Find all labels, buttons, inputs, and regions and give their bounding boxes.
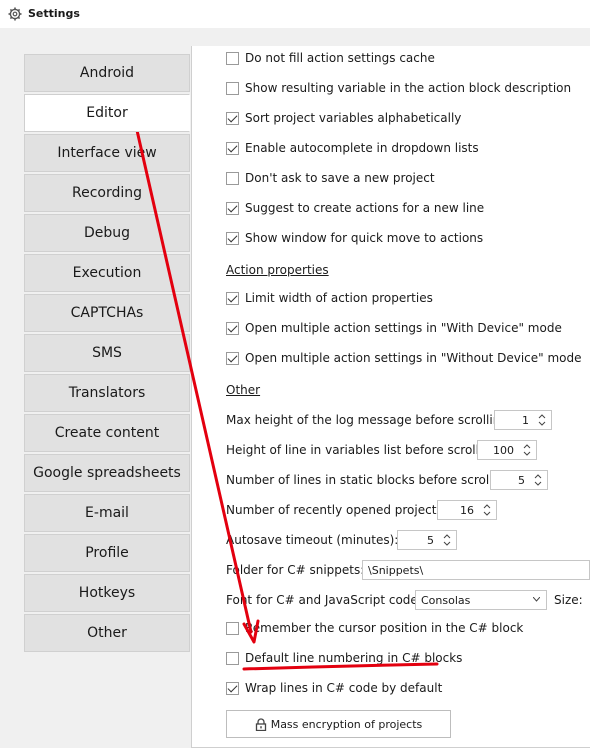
numeric-label: Max height of the log message before scr… (226, 413, 508, 427)
stepper-arrows-icon[interactable] (481, 502, 493, 518)
option-label: Remember the cursor position in the C# b… (245, 621, 524, 635)
variables-height-stepper[interactable]: 100 (477, 440, 537, 460)
window-title: Settings (28, 7, 80, 20)
option-wrap-lines[interactable]: Wrap lines in C# code by default (226, 679, 442, 697)
stepper-arrows-icon[interactable] (532, 472, 544, 488)
tab-google-spreadsheets[interactable]: Google spreadsheets (24, 454, 190, 492)
option-limit-width[interactable]: Limit width of action properties (226, 289, 433, 307)
gear-icon (8, 7, 22, 21)
option-dont-ask-save[interactable]: Don't ask to save a new project (226, 169, 435, 187)
snippets-folder-label: Folder for C# snippets: (226, 561, 364, 579)
tab-captchas[interactable]: CAPTCHAs (24, 294, 190, 332)
option-label: Enable autocomplete in dropdown lists (245, 141, 479, 155)
button-label: Mass encryption of projects (270, 717, 423, 731)
tab-profile[interactable]: Profile (24, 534, 190, 572)
tab-android[interactable]: Android (24, 54, 190, 92)
checkbox[interactable] (226, 171, 239, 185)
font-label-row: Font for C# and JavaScript code (226, 591, 418, 609)
snippets-label: Folder for C# snippets: (226, 563, 365, 577)
stepper-value: 5 (427, 534, 434, 547)
font-select-value: Consolas (421, 594, 471, 607)
stepper-value: 1 (522, 414, 529, 427)
option-suggest-actions[interactable]: Suggest to create actions for a new line (226, 199, 484, 217)
stepper-arrows-icon[interactable] (521, 442, 533, 458)
lock-icon (255, 717, 266, 731)
tab-interface-view[interactable]: Interface view (24, 134, 190, 172)
tab-editor[interactable]: Editor (24, 94, 190, 132)
option-label: Open multiple action settings in "Withou… (245, 351, 582, 365)
option-default-line-numbering[interactable]: Default line numbering in C# blocks (226, 649, 462, 667)
option-label: Suggest to create actions for a new line (245, 201, 485, 215)
window-titlebar: Settings (0, 0, 590, 28)
numeric-label: Height of line in variables list before … (226, 443, 498, 457)
checkbox[interactable] (226, 621, 239, 635)
checkbox[interactable] (226, 291, 239, 305)
autosave-label: Autosave timeout (minutes): (226, 531, 398, 549)
checkbox[interactable] (226, 321, 239, 335)
tab-debug[interactable]: Debug (24, 214, 190, 252)
option-without-device[interactable]: Open multiple action settings in "Withou… (226, 349, 582, 367)
option-with-device[interactable]: Open multiple action settings in "With D… (226, 319, 562, 337)
checkbox[interactable] (226, 51, 239, 65)
tab-sms[interactable]: SMS (24, 334, 190, 372)
size-label-row: Size: (554, 591, 583, 609)
option-sort-variables[interactable]: Sort project variables alphabetically (226, 109, 461, 127)
option-label: Show window for quick move to actions (245, 231, 484, 245)
numeric-label: Number of recently opened projects (226, 503, 443, 517)
stepper-value: 16 (460, 504, 474, 517)
tab-execution[interactable]: Execution (24, 254, 190, 292)
checkbox[interactable] (226, 351, 239, 365)
tab-other[interactable]: Other (24, 614, 190, 652)
tab-hotkeys[interactable]: Hotkeys (24, 574, 190, 612)
checkbox[interactable] (226, 141, 239, 155)
log-height-label: Max height of the log message before scr… (226, 411, 508, 429)
option-no-fill-cache[interactable]: Do not fill action settings cache (226, 49, 435, 67)
tab-email[interactable]: E-mail (24, 494, 190, 532)
static-blocks-stepper[interactable]: 5 (490, 470, 548, 490)
snippets-folder-input[interactable]: \Snippets\ (362, 560, 590, 580)
section-other: Other (226, 383, 261, 397)
option-label: Limit width of action properties (245, 291, 433, 305)
recent-projects-stepper[interactable]: 16 (437, 500, 497, 520)
option-label: Do not fill action settings cache (245, 51, 435, 65)
option-remember-cursor[interactable]: Remember the cursor position in the C# b… (226, 619, 523, 637)
option-autocomplete[interactable]: Enable autocomplete in dropdown lists (226, 139, 479, 157)
option-quick-move-window[interactable]: Show window for quick move to actions (226, 229, 483, 247)
font-select[interactable]: Consolas (415, 590, 547, 610)
option-label: Show resulting variable in the action bl… (245, 81, 572, 95)
static-blocks-label: Number of lines in static blocks before … (226, 471, 511, 489)
font-label: Font for C# and JavaScript code (226, 593, 418, 607)
checkbox[interactable] (226, 681, 239, 695)
log-height-stepper[interactable]: 1 (494, 410, 552, 430)
tab-create-content[interactable]: Create content (24, 414, 190, 452)
tab-translators[interactable]: Translators (24, 374, 190, 412)
recent-projects-label: Number of recently opened projects (226, 501, 443, 519)
option-show-resulting-variable[interactable]: Show resulting variable in the action bl… (226, 79, 571, 97)
checkbox[interactable] (226, 651, 239, 665)
section-action-properties: Action properties (226, 263, 329, 277)
tab-recording[interactable]: Recording (24, 174, 190, 212)
option-label: Wrap lines in C# code by default (245, 681, 443, 695)
option-label: Open multiple action settings in "With D… (245, 321, 562, 335)
numeric-label: Autosave timeout (minutes): (226, 533, 399, 547)
autosave-stepper[interactable]: 5 (397, 530, 457, 550)
checkbox[interactable] (226, 81, 239, 95)
chevron-down-icon (533, 597, 540, 602)
variables-height-label: Height of line in variables list before … (226, 441, 498, 459)
checkbox[interactable] (226, 231, 239, 245)
stepper-arrows-icon[interactable] (536, 412, 548, 428)
size-label: Size: (554, 593, 583, 607)
numeric-label: Number of lines in static blocks before … (226, 473, 512, 487)
option-label: Don't ask to save a new project (245, 171, 435, 185)
stepper-value: 5 (518, 474, 525, 487)
stepper-arrows-icon[interactable] (441, 532, 453, 548)
stepper-value: 100 (493, 444, 514, 457)
option-label: Sort project variables alphabetically (245, 111, 462, 125)
mass-encryption-button[interactable]: Mass encryption of projects (226, 710, 451, 738)
option-label: Default line numbering in C# blocks (245, 651, 463, 665)
checkbox[interactable] (226, 201, 239, 215)
checkbox[interactable] (226, 111, 239, 125)
